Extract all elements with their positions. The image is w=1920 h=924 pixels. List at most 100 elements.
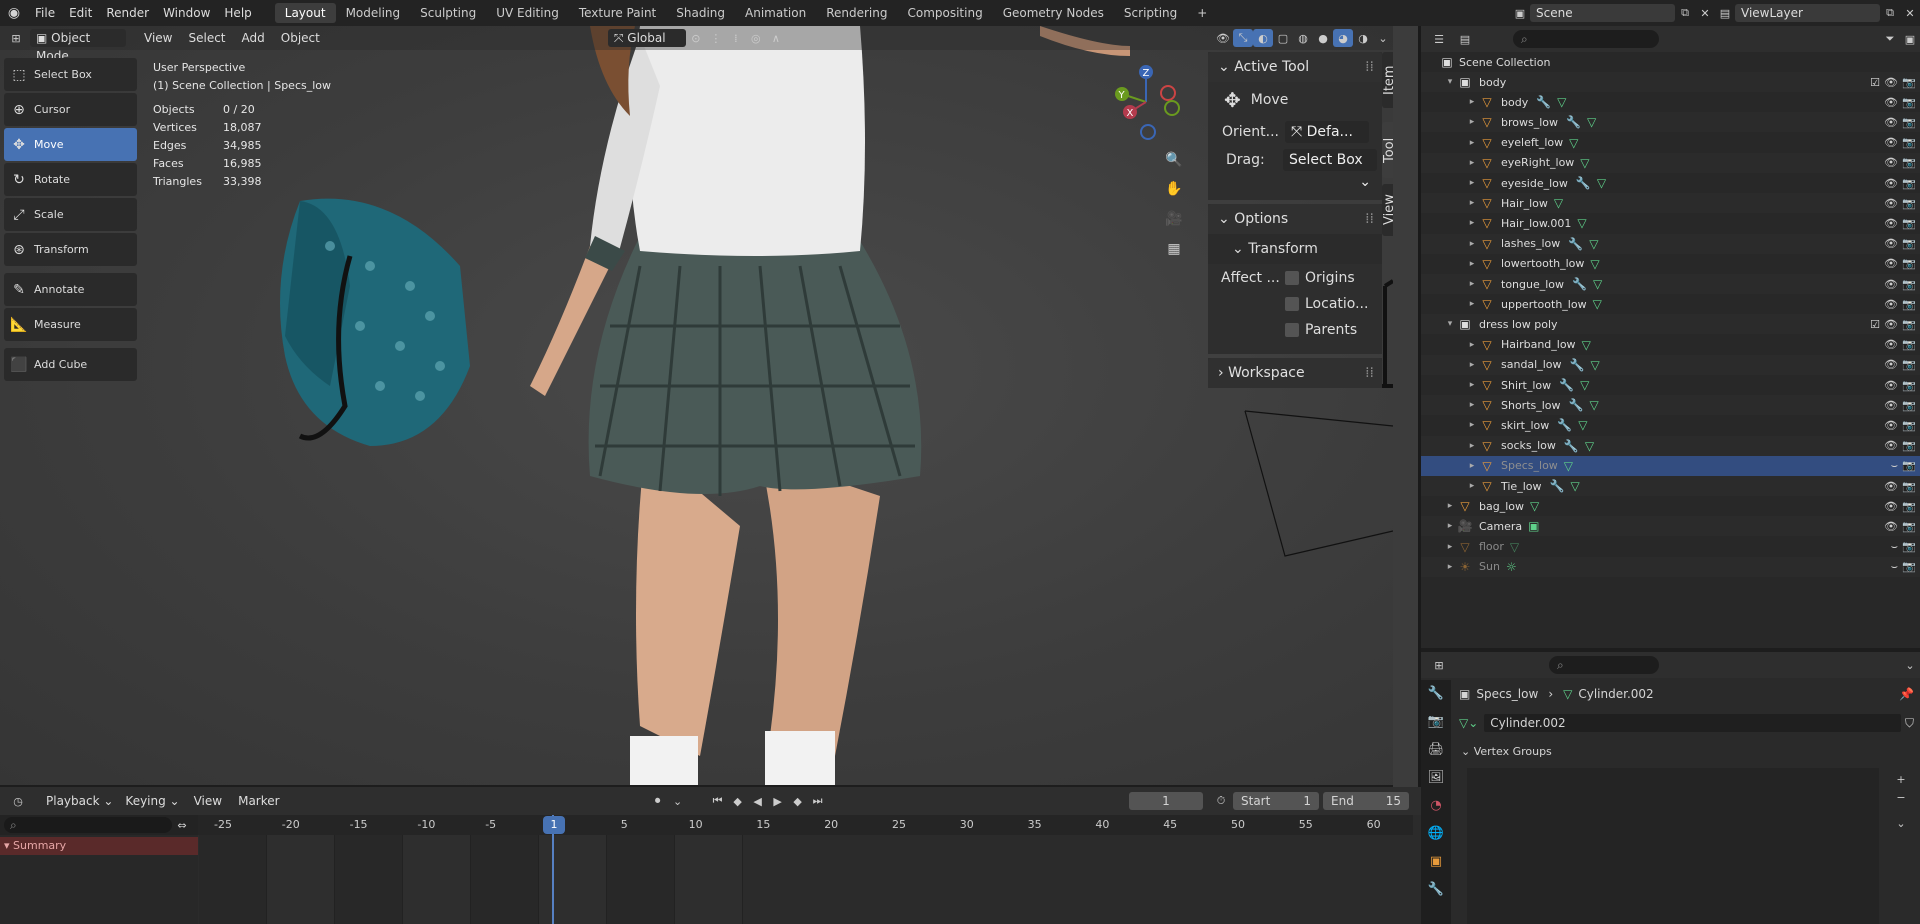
- proportional-edit-icon[interactable]: ◎: [746, 29, 766, 47]
- vp-menu-view[interactable]: View: [136, 31, 180, 45]
- outliner-row[interactable]: ▸ ▽ Specs_low ▽ ⌣ 📷: [1421, 455, 1920, 476]
- drag-handle-icon[interactable]: ⁞⁞: [1365, 204, 1374, 234]
- tool-measure[interactable]: 📐 Measure: [4, 308, 137, 341]
- workspace-tab-geometry-nodes[interactable]: Geometry Nodes: [993, 3, 1114, 23]
- light-data-icon[interactable]: ☼: [1506, 560, 1517, 574]
- eye-icon[interactable]: 👁: [1884, 480, 1898, 493]
- mesh-data-icon[interactable]: ▽⌄: [1459, 716, 1478, 730]
- render-camera-icon[interactable]: 📷: [1902, 298, 1916, 311]
- modifier-wrench-icon[interactable]: 🔧: [1576, 176, 1591, 190]
- chevron-right-icon[interactable]: ▸: [1465, 380, 1479, 390]
- view-layer-props-icon[interactable]: 🖼: [1421, 764, 1451, 792]
- eye-icon[interactable]: 👁: [1884, 217, 1898, 230]
- modifier-wrench-icon[interactable]: 🔧: [1557, 418, 1572, 432]
- timeline-frames-area[interactable]: -25-20-15-10-5051015202530354045505560 1: [198, 815, 1413, 924]
- outliner-row[interactable]: ▸ ▽ Hair_low ▽ 👁 📷: [1421, 193, 1920, 214]
- next-keyframe-icon[interactable]: ◆: [788, 792, 808, 810]
- mesh-data-icon[interactable]: ▽: [1593, 277, 1602, 291]
- affect-parents-checkbox[interactable]: Parents: [1285, 322, 1368, 348]
- eye-icon[interactable]: 👁: [1884, 116, 1898, 129]
- render-camera-icon[interactable]: 📷: [1902, 459, 1916, 472]
- stopwatch-icon[interactable]: ⏱: [1211, 792, 1231, 810]
- collection-checkbox-icon[interactable]: ☑: [1870, 76, 1880, 89]
- outliner-row[interactable]: ▸ ▽ brows_low 🔧 ▽ 👁 📷: [1421, 112, 1920, 133]
- outliner-row[interactable]: ▸ 🎥 Camera ▣ 👁 📷: [1421, 516, 1920, 537]
- affect-origins-checkbox[interactable]: Origins: [1285, 270, 1368, 296]
- eye-icon[interactable]: 👁: [1884, 278, 1898, 291]
- eye-icon[interactable]: 👁: [1884, 419, 1898, 432]
- world-props-icon[interactable]: 🌐: [1421, 820, 1451, 848]
- render-camera-icon[interactable]: 📷: [1902, 96, 1916, 109]
- chevron-right-icon[interactable]: ▸: [1465, 299, 1479, 309]
- outliner-row[interactable]: ▾ ▣ dress low poly ☑ 👁 📷: [1421, 314, 1920, 335]
- gizmo-neg-x[interactable]: [1160, 85, 1176, 101]
- outliner-row[interactable]: ▸ ▽ tongue_low 🔧 ▽ 👁 📷: [1421, 274, 1920, 294]
- workspace-tab-uv-editing[interactable]: UV Editing: [486, 3, 569, 23]
- render-camera-icon[interactable]: 📷: [1902, 318, 1916, 331]
- render-camera-icon[interactable]: 📷: [1902, 560, 1916, 573]
- breadcrumb-object[interactable]: Specs_low: [1476, 687, 1538, 701]
- view-layer-icon[interactable]: ▤: [1715, 4, 1735, 22]
- mesh-data-icon[interactable]: ▽: [1577, 216, 1586, 230]
- shading-options-icon[interactable]: ⌄: [1373, 29, 1393, 47]
- chevron-down-icon[interactable]: ▾: [1443, 77, 1457, 87]
- orient-dropdown[interactable]: ⤧ Defa...⌄: [1285, 121, 1369, 162]
- render-camera-icon[interactable]: 📷: [1902, 76, 1916, 89]
- zoom-icon[interactable]: 🔍: [1164, 146, 1184, 174]
- eye-icon[interactable]: 👁: [1884, 96, 1898, 109]
- outliner-search-input[interactable]: ⌕: [1513, 30, 1659, 48]
- chevron-right-icon[interactable]: ▸: [1465, 97, 1479, 107]
- add-workspace-button[interactable]: +: [1187, 3, 1217, 23]
- autokey-record-icon[interactable]: ⏺: [648, 792, 668, 810]
- render-camera-icon[interactable]: 📷: [1902, 379, 1916, 392]
- chevron-down-icon[interactable]: ⌄: [1900, 656, 1920, 674]
- overlay-toggle-icon[interactable]: ◐: [1253, 29, 1273, 47]
- keying-menu[interactable]: Keying ⌄: [119, 792, 186, 810]
- hidden-eye-icon[interactable]: ⌣: [1891, 560, 1898, 574]
- shading-material-icon[interactable]: ◕: [1333, 29, 1353, 47]
- modifier-wrench-icon[interactable]: 🔧: [1569, 398, 1584, 412]
- datablock-name-field[interactable]: Cylinder.002: [1484, 714, 1901, 732]
- timeline-view-menu[interactable]: View: [186, 794, 230, 808]
- modifier-wrench-icon[interactable]: 🔧: [1568, 237, 1583, 251]
- modifier-wrench-icon[interactable]: 🔧: [1536, 95, 1551, 109]
- workspace-tab-modeling[interactable]: Modeling: [336, 3, 411, 23]
- tool-rotate[interactable]: ↻ Rotate: [4, 163, 137, 196]
- render-camera-icon[interactable]: 📷: [1902, 257, 1916, 270]
- mesh-data-icon[interactable]: ▽: [1590, 257, 1599, 271]
- transform-subheader[interactable]: ⌄ Transform: [1208, 234, 1382, 264]
- timeline-scrollbar[interactable]: [1413, 815, 1421, 924]
- tool-add-cube[interactable]: ⬛ Add Cube: [4, 348, 137, 381]
- delete-view-layer-icon[interactable]: ✕: [1900, 4, 1920, 22]
- outliner-row[interactable]: ▸ ▽ Shirt_low 🔧 ▽ 👁 📷: [1421, 375, 1920, 395]
- menu-window[interactable]: Window: [156, 0, 217, 26]
- outliner-row[interactable]: ▸ ▽ Tie_low 🔧 ▽ 👁 📷: [1421, 476, 1920, 496]
- outliner-row[interactable]: ▸ ▽ Hair_low.001 ▽ 👁 📷: [1421, 213, 1920, 233]
- gizmo-neg-z[interactable]: [1140, 124, 1156, 140]
- mesh-data-icon[interactable]: ▽: [1580, 378, 1589, 392]
- render-camera-icon[interactable]: 📷: [1902, 177, 1916, 190]
- modifier-wrench-icon[interactable]: 🔧: [1564, 439, 1579, 453]
- outliner-row[interactable]: ▸ ▽ Hairband_low ▽ 👁 📷: [1421, 335, 1920, 355]
- keying-set-icon[interactable]: ⌄: [668, 792, 688, 810]
- workspace-tab-sculpting[interactable]: Sculpting: [410, 3, 486, 23]
- start-frame-field[interactable]: Start 1: [1233, 792, 1319, 810]
- chevron-right-icon[interactable]: ▸: [1465, 279, 1479, 289]
- chevron-right-icon[interactable]: ▸: [1465, 400, 1479, 410]
- summary-channel[interactable]: ▾ Summary: [0, 837, 198, 855]
- chevron-right-icon[interactable]: ▸: [1465, 178, 1479, 188]
- scene-icon[interactable]: ▣: [1510, 4, 1530, 22]
- eye-icon[interactable]: 👁: [1884, 318, 1898, 331]
- modifier-wrench-icon[interactable]: 🔧: [1566, 115, 1581, 129]
- menu-edit[interactable]: Edit: [62, 0, 99, 26]
- render-props-icon[interactable]: 📷: [1421, 708, 1451, 736]
- mesh-data-icon[interactable]: ▽: [1580, 156, 1589, 170]
- snap-icon[interactable]: ⋮: [706, 29, 726, 47]
- render-camera-icon[interactable]: 📷: [1902, 480, 1916, 493]
- gizmo-neg-y[interactable]: [1164, 100, 1180, 116]
- menu-file[interactable]: File: [28, 0, 62, 26]
- outliner-row[interactable]: ▸ ▽ socks_low 🔧 ▽ 👁 📷: [1421, 435, 1920, 456]
- mesh-data-icon[interactable]: ▽: [1578, 418, 1587, 432]
- modifier-wrench-icon[interactable]: 🔧: [1570, 358, 1585, 372]
- outliner-row[interactable]: ▸ ▽ bag_low ▽ 👁 📷: [1421, 496, 1920, 516]
